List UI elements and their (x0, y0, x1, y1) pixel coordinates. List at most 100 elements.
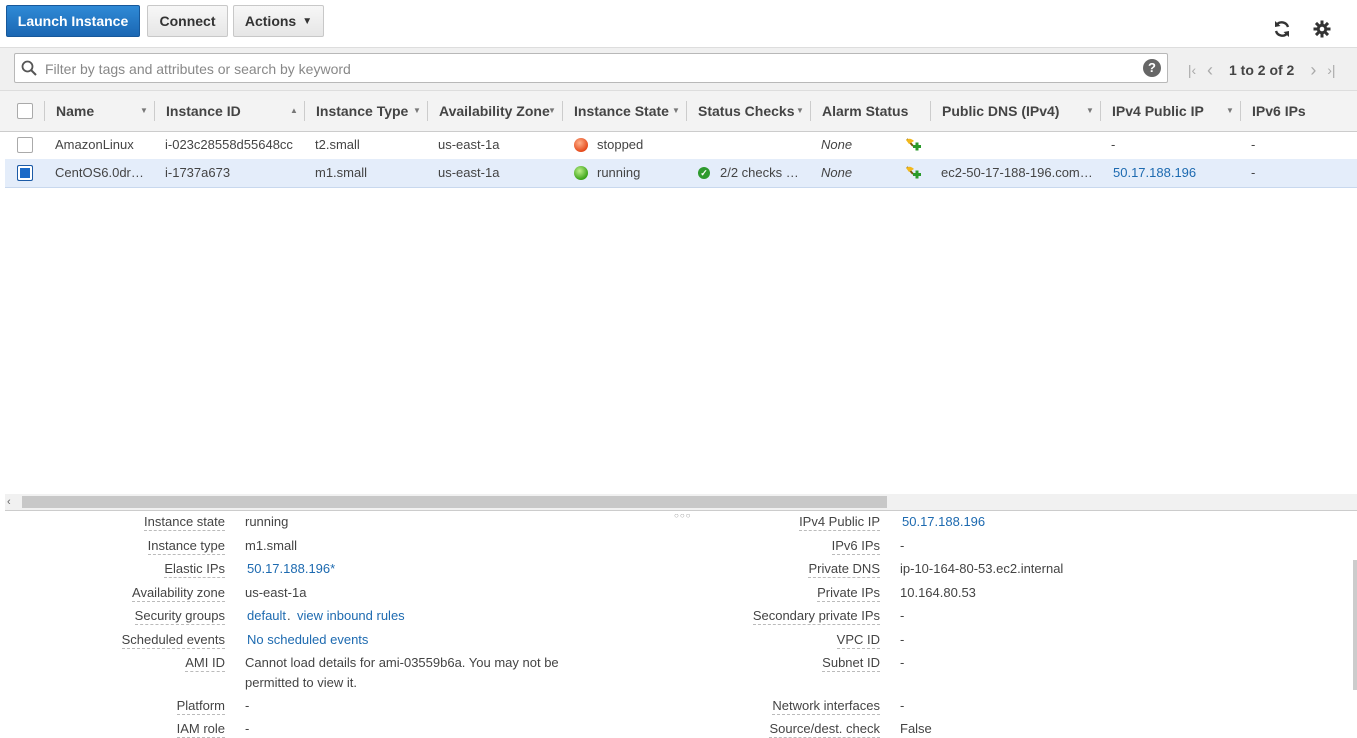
detail-label-security-groups: Security groups (134, 608, 225, 625)
cell-public-dns (941, 131, 1101, 159)
detail-value-instance-state: running (245, 514, 289, 529)
detail-value-platform: - (245, 698, 250, 713)
detail-value-ami-id: Cannot load details for ami-03559b6a. Yo… (245, 655, 559, 670)
filter-bar: ? |‹ ‹ 1 to 2 of 2 › ›| (0, 47, 1357, 90)
toolbar: Launch Instance Connect Actions ▼ (0, 0, 1357, 46)
row-checkbox[interactable] (17, 165, 33, 181)
cell-status-checks: 2/2 checks … (720, 165, 799, 180)
detail-value-ami-id-line2: permitted to view it. (245, 675, 357, 690)
cell-instance-id: i-023c28558d55648cc (165, 137, 293, 152)
detail-value-ipv4-public-ip[interactable]: 50.17.188.196 (902, 514, 985, 529)
status-ok-icon: ✓ (698, 167, 710, 179)
detail-label-vpc-id: VPC ID (836, 632, 880, 649)
help-icon[interactable]: ? (1143, 59, 1161, 77)
state-stopped-icon (574, 138, 588, 152)
detail-value-instance-type: m1.small (245, 538, 298, 553)
table-row-selected[interactable]: CentOS6.0dr… i-1737a673 m1.small us-east… (5, 159, 1357, 188)
column-header-public-dns[interactable]: Public DNS (IPv4) ▼ (930, 91, 1100, 131)
launch-instance-button[interactable]: Launch Instance (6, 5, 140, 37)
detail-label-availability-zone: Availability zone (132, 585, 225, 602)
detail-label-ipv4-public-ip: IPv4 Public IP (799, 514, 880, 531)
detail-value-private-ips: 10.164.80.53 (900, 585, 976, 600)
detail-value-source-dest-check: False (900, 721, 932, 736)
cell-instance-state: running (597, 165, 641, 180)
column-header-status-checks[interactable]: Status Checks ▼ (686, 91, 810, 131)
cell-instance-id: i-1737a673 (165, 165, 231, 180)
cell-name: AmazonLinux (55, 137, 134, 152)
alarm-add-icon[interactable] (904, 137, 922, 153)
detail-separator: . (287, 608, 291, 623)
next-page-icon[interactable]: › (1304, 60, 1322, 81)
alarm-add-icon[interactable] (904, 165, 922, 181)
column-header-ipv6-ips[interactable]: IPv6 IPs (1240, 91, 1357, 131)
cell-ipv6-ips: - (1251, 165, 1256, 180)
cell-instance-type: m1.small (315, 165, 368, 180)
view-inbound-rules-link[interactable]: view inbound rules (297, 608, 405, 623)
connect-button[interactable]: Connect (147, 5, 228, 37)
cell-instance-state: stopped (597, 137, 644, 152)
cell-public-dns: ec2-50-17-188-196.com… (941, 165, 1093, 180)
cell-ipv6-ips: - (1251, 137, 1256, 152)
column-header-alarm-status[interactable]: Alarm Status (810, 91, 930, 131)
pagination: |‹ ‹ 1 to 2 of 2 › ›| (1183, 60, 1340, 81)
detail-value-ipv6-ips: - (900, 538, 905, 553)
search-box: ? (14, 53, 1168, 84)
detail-value-subnet-id: - (900, 655, 905, 670)
detail-value-scheduled-events[interactable]: No scheduled events (247, 632, 368, 647)
column-header-name[interactable]: Name ▼ (44, 91, 154, 131)
chevron-down-icon: ▼ (302, 15, 313, 27)
detail-label-elastic-ips: Elastic IPs (164, 561, 225, 578)
detail-value-network-interfaces: - (900, 698, 905, 713)
table-row[interactable]: AmazonLinux i-023c28558d55648cc t2.small… (5, 131, 1357, 160)
detail-label-iam-role: IAM role (176, 721, 225, 738)
cell-instance-type: t2.small (315, 137, 360, 152)
detail-label-platform: Platform (176, 698, 225, 715)
detail-label-source-dest-check: Source/dest. check (769, 721, 880, 738)
search-input[interactable] (43, 54, 1137, 84)
state-running-icon (574, 166, 588, 180)
cell-availability-zone: us-east-1a (438, 137, 500, 152)
detail-label-scheduled-events: Scheduled events (121, 632, 225, 649)
detail-label-ipv6-ips: IPv6 IPs (831, 538, 880, 555)
column-header-ipv4-public-ip[interactable]: IPv4 Public IP ▼ (1100, 91, 1240, 131)
column-header-availability-zone[interactable]: Availability Zone ▼ (427, 91, 562, 131)
detail-value-private-dns: ip-10-164-80-53.ec2.internal (900, 561, 1064, 576)
gear-icon[interactable] (1311, 18, 1333, 40)
cell-name: CentOS6.0dr… (55, 165, 144, 180)
column-header-instance-state[interactable]: Instance State ▼ (562, 91, 686, 131)
detail-label-ami-id: AMI ID (185, 655, 225, 672)
detail-value-availability-zone: us-east-1a (245, 585, 307, 600)
detail-value-iam-role: - (245, 721, 250, 736)
detail-value-vpc-id: - (900, 632, 905, 647)
refresh-icon[interactable] (1271, 18, 1293, 40)
cell-availability-zone: us-east-1a (438, 165, 500, 180)
detail-label-network-interfaces: Network interfaces (772, 698, 880, 715)
column-header-instance-id[interactable]: Instance ID ▲ (154, 91, 304, 131)
scroll-left-icon[interactable]: ‹ (7, 494, 11, 510)
detail-value-security-group-default[interactable]: default (247, 608, 286, 623)
detail-label-private-dns: Private DNS (808, 561, 880, 578)
detail-label-subnet-id: Subnet ID (822, 655, 880, 672)
actions-label: Actions (244, 13, 297, 29)
detail-label-instance-state: Instance state (144, 514, 225, 531)
column-header-instance-type[interactable]: Instance Type ▼ (304, 91, 427, 131)
detail-label-instance-type: Instance type (147, 538, 225, 555)
scrollbar-thumb[interactable] (22, 496, 887, 508)
cell-ipv4-public-ip: - (1111, 137, 1116, 152)
cell-alarm-status: None (821, 165, 853, 180)
last-page-icon[interactable]: ›| (1322, 62, 1340, 78)
detail-label-private-ips: Private IPs (817, 585, 880, 602)
table-header: Name ▼ Instance ID ▲ Instance Type ▼ Availa… (0, 90, 1357, 132)
first-page-icon[interactable]: |‹ (1183, 62, 1201, 78)
resize-handle[interactable]: ○○○ (674, 511, 692, 520)
prev-page-icon[interactable]: ‹ (1201, 60, 1219, 81)
vertical-scrollbar[interactable] (1353, 560, 1357, 690)
select-all-checkbox[interactable] (17, 103, 33, 119)
detail-value-elastic-ips[interactable]: 50.17.188.196* (247, 561, 335, 576)
cell-ipv4-public-ip[interactable]: 50.17.188.196 (1113, 159, 1233, 187)
actions-button[interactable]: Actions ▼ (233, 5, 324, 37)
detail-label-secondary-private-ips: Secondary private IPs (752, 608, 880, 625)
cell-alarm-status: None (821, 137, 853, 152)
row-checkbox[interactable] (17, 137, 33, 153)
horizontal-scrollbar[interactable]: ‹ (5, 494, 1357, 511)
